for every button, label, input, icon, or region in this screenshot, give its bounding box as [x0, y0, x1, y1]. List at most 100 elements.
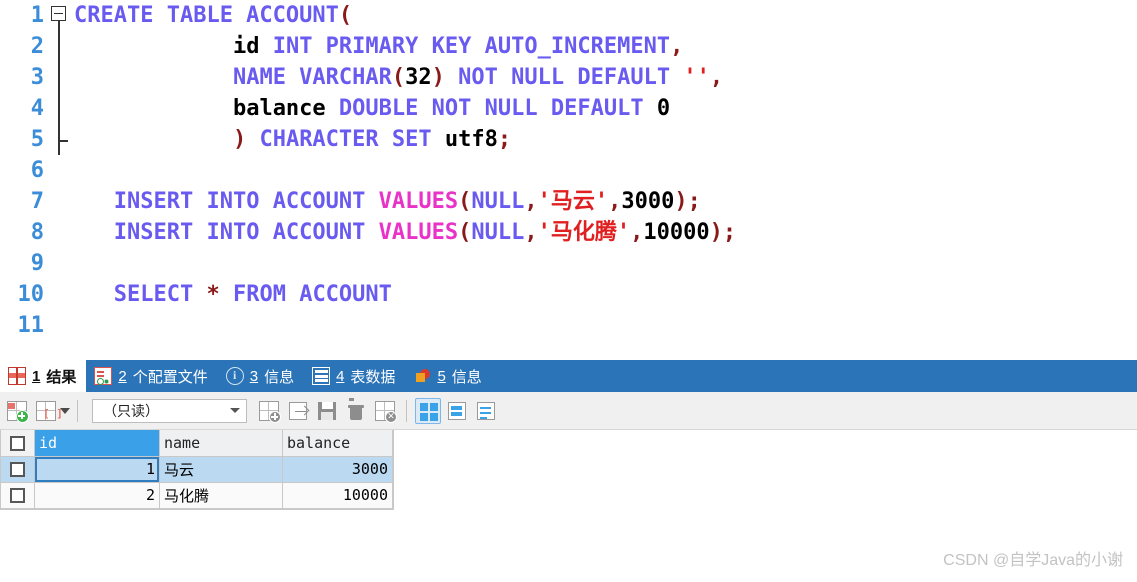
code-line[interactable]: 4 balance DOUBLE NOT NULL DEFAULT 0: [0, 93, 1137, 124]
code-line[interactable]: 11: [0, 310, 1137, 341]
code-line[interactable]: 1 CREATE TABLE ACCOUNT(: [0, 0, 1137, 155]
code-line[interactable]: 3 NAME VARCHAR(32) NOT NULL DEFAULT '',: [0, 62, 1137, 93]
code-token: NAME VARCHAR: [232, 65, 392, 90]
code-token: VALUES: [378, 220, 459, 245]
grid-options-button[interactable]: [ ]: [33, 398, 70, 424]
column-header-name[interactable]: name: [159, 430, 283, 457]
code-token: ;: [497, 127, 512, 152]
view-grid-button[interactable]: [415, 397, 441, 424]
code-line[interactable]: 5 ) CHARACTER SET utf8;: [0, 124, 1137, 155]
result-tab-1[interactable]: 1 结果: [0, 360, 87, 392]
line-number: 7: [30, 189, 44, 214]
select-all-checkbox-cell[interactable]: [0, 430, 35, 457]
view-grid-icon: [420, 402, 438, 421]
code-token: INT PRIMARY KEY AUTO_INCREMENT: [272, 34, 671, 59]
code-token: ,: [608, 189, 622, 214]
code-text: NAME VARCHAR(32) NOT NULL DEFAULT '',: [70, 62, 723, 93]
table-row[interactable]: 2 马化腾 10000: [0, 482, 393, 509]
code-token: CREATE TABLE ACCOUNT: [74, 3, 339, 28]
delete-record-button[interactable]: [343, 397, 369, 424]
code-line[interactable]: 8 INSERT INTO ACCOUNT VALUES(NULL,'马化腾',…: [0, 217, 1137, 248]
result-tab-number: 4: [336, 367, 345, 385]
table-row[interactable]: 1 马云 3000: [0, 456, 393, 483]
cell-id[interactable]: 1: [34, 456, 160, 483]
code-line[interactable]: 6: [0, 155, 1137, 186]
cell-name[interactable]: 马云: [159, 456, 283, 483]
fold-gutter: [48, 31, 70, 62]
export-record-button[interactable]: [285, 398, 311, 424]
result-tab-label: 信息: [264, 368, 295, 386]
cell-name[interactable]: 马化腾: [159, 482, 283, 509]
result-tab-number: 1: [32, 367, 41, 385]
column-header-balance[interactable]: balance: [282, 430, 393, 457]
line-number: 6: [30, 158, 44, 183]
cell-balance[interactable]: 3000: [282, 456, 393, 483]
table-header: id name balance: [0, 430, 393, 457]
code-token: INSERT INTO ACCOUNT: [113, 220, 379, 245]
code-line[interactable]: 10 SELECT * FROM ACCOUNT: [0, 279, 1137, 310]
code-token: INSERT INTO ACCOUNT: [113, 189, 379, 214]
code-token: (: [458, 220, 472, 245]
csdn-watermark: CSDN @自学Java的小谢: [943, 552, 1123, 569]
code-token: 10000: [643, 220, 710, 245]
view-text-button[interactable]: [473, 398, 499, 424]
result-tab-3[interactable]: i 3 信息: [218, 360, 304, 392]
row-checkbox-cell[interactable]: [0, 482, 35, 509]
insert-record-button[interactable]: [256, 398, 282, 424]
line-number: 9: [30, 251, 44, 276]
fold-gutter: [48, 279, 70, 310]
code-line[interactable]: 7 INSERT INTO ACCOUNT VALUES(NULL,'马云',3…: [0, 186, 1137, 217]
result-data-grid[interactable]: id name balance 1 马云 3000 2 马化腾 10000: [0, 430, 394, 510]
result-tab-4[interactable]: 4 表数据: [304, 360, 405, 392]
info-circle-icon: i: [225, 367, 244, 385]
chevron-down-icon: [60, 407, 70, 414]
column-header-id[interactable]: id: [34, 430, 160, 457]
fold-toggle[interactable]: [48, 0, 70, 155]
sql-editor[interactable]: 1 CREATE TABLE ACCOUNT(2 id INT PRIMARY K…: [0, 0, 1137, 362]
fold-gutter: [48, 124, 70, 155]
fold-gutter: [48, 155, 70, 186]
cell-id[interactable]: 2: [34, 482, 160, 509]
fold-collapse-icon[interactable]: [51, 6, 66, 21]
table-header-row: id name balance: [0, 430, 393, 457]
result-tab-2[interactable]: 2 个配置文件: [86, 360, 217, 392]
select-all-checkbox[interactable]: [10, 435, 25, 451]
result-tab-label: 结果: [46, 368, 77, 386]
code-line[interactable]: 9: [0, 248, 1137, 279]
code-token: NULL: [471, 189, 525, 214]
result-tab-number: 2: [118, 367, 127, 385]
code-token: (: [338, 3, 353, 28]
result-tab-number: 5: [437, 367, 446, 385]
code-token: ): [232, 127, 247, 152]
code-text: ) CHARACTER SET utf8;: [70, 124, 511, 155]
edit-mode-select[interactable]: （只读）: [92, 398, 247, 423]
code-token: CHARACTER SET: [259, 127, 432, 152]
profile-icon: [94, 367, 113, 385]
row-checkbox[interactable]: [10, 488, 25, 503]
code-token: VALUES: [378, 189, 459, 214]
apply-changes-button[interactable]: [314, 398, 340, 424]
row-checkbox-cell[interactable]: [0, 456, 35, 483]
fold-gutter: [48, 248, 70, 279]
fold-gutter: [48, 310, 70, 341]
code-token: SELECT: [113, 282, 207, 307]
cell-balance[interactable]: 10000: [282, 482, 393, 509]
cancel-changes-button[interactable]: ✕: [372, 398, 398, 424]
add-record-button[interactable]: [4, 398, 30, 424]
code-line[interactable]: 2 id INT PRIMARY KEY AUTO_INCREMENT,: [0, 31, 1137, 62]
grid-export-icon: [289, 401, 307, 420]
line-number: 2: [30, 34, 44, 59]
code-token: DOUBLE NOT NULL DEFAULT: [338, 96, 644, 121]
code-token: ,: [524, 220, 538, 245]
result-tab-5[interactable]: 5 信息: [405, 360, 491, 392]
code-token: ,: [670, 34, 684, 59]
row-checkbox[interactable]: [10, 462, 25, 477]
code-token: 0: [656, 96, 671, 121]
view-form-button[interactable]: [444, 398, 470, 424]
line-number: 5: [30, 127, 44, 152]
